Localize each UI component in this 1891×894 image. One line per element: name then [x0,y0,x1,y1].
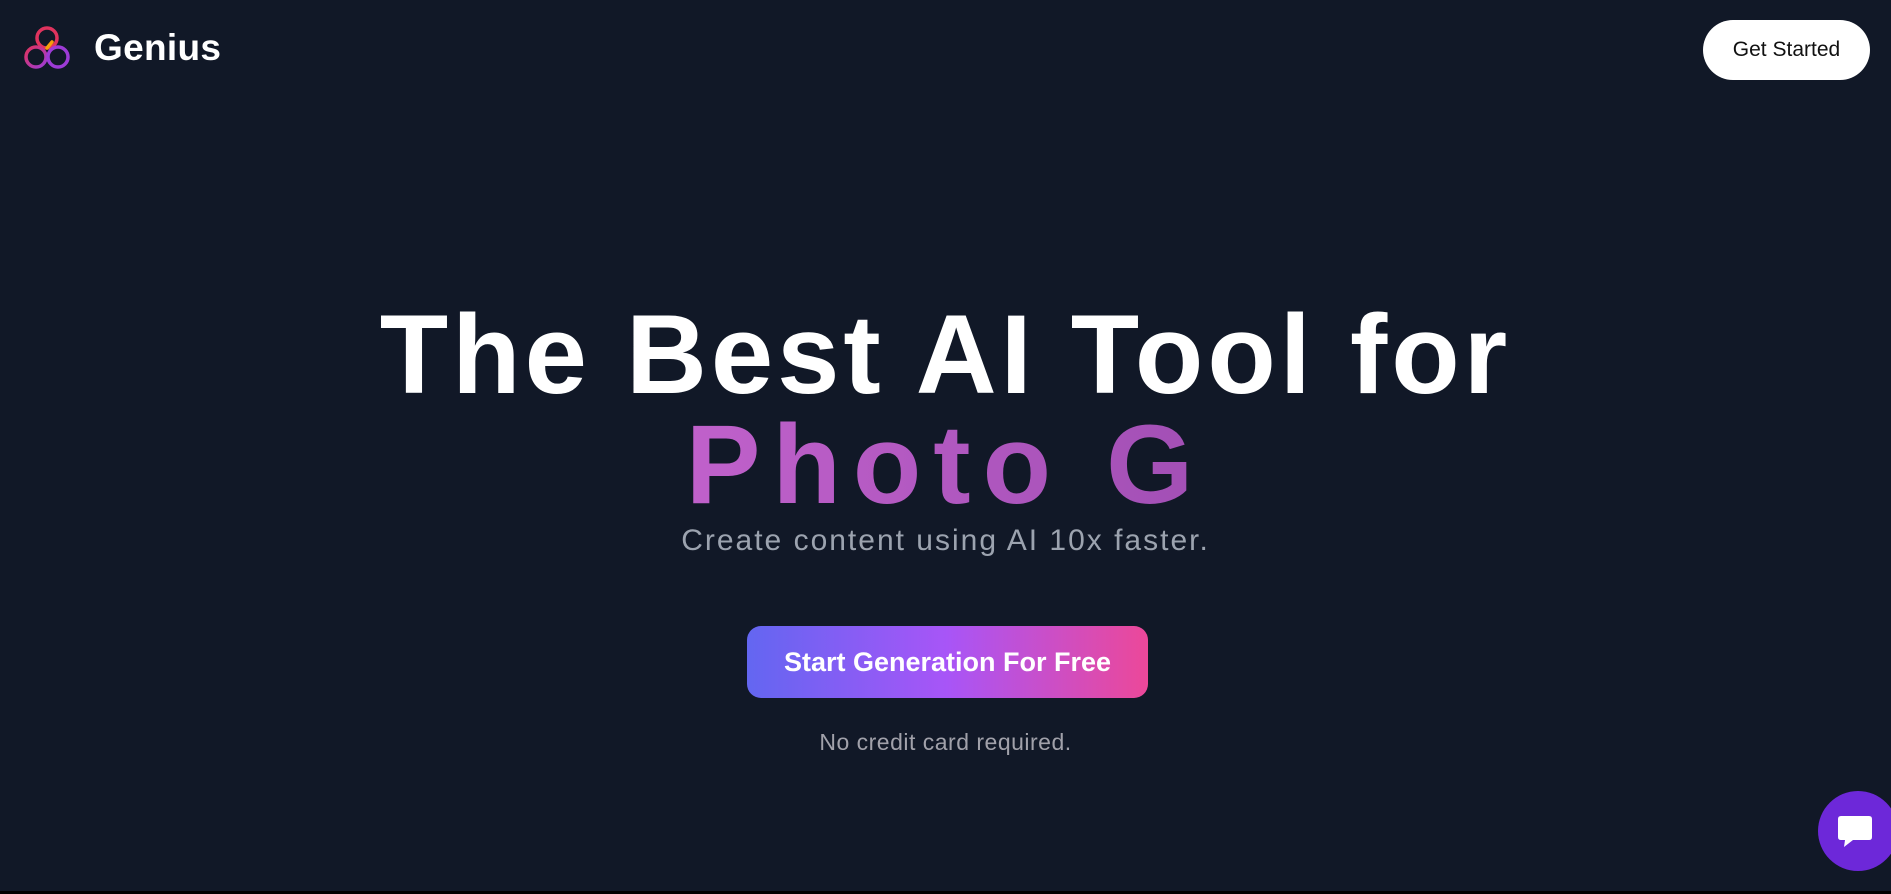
navbar: Genius Get Started [0,0,1891,100]
hero-section: The Best AI Tool for Photo G Create cont… [0,292,1891,558]
hero-subtitle: Create content using AI 10x faster. [681,524,1210,557]
typewriter-text: Photo G [685,402,1206,527]
landing-page: Genius Get Started The Best AI Tool for … [0,0,1891,894]
get-started-button[interactable]: Get Started [1703,20,1870,80]
chat-icon [1838,813,1875,849]
hero-headline: The Best AI Tool for [379,292,1512,417]
brand-name: Genius [94,27,222,68]
start-generation-button[interactable]: Start Generation For Free [747,626,1148,698]
no-credit-card-note: No credit card required. [819,729,1072,755]
chat-widget-button[interactable] [1818,791,1891,871]
brand-link[interactable]: Genius [22,24,221,72]
logo-icon [22,24,72,72]
